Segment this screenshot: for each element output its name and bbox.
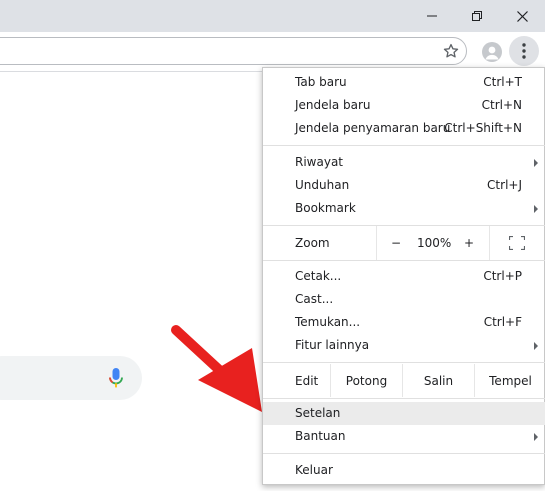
menu-item-new-tab[interactable]: Tab baru Ctrl+T xyxy=(263,71,545,94)
chrome-menu: Tab baru Ctrl+T Jendela baru Ctrl+N Jend… xyxy=(262,67,545,485)
profile-avatar[interactable] xyxy=(482,42,502,62)
browser-toolbar xyxy=(0,32,545,72)
menu-item-find[interactable]: Temukan... Ctrl+F xyxy=(263,311,545,334)
menu-item-label: Unduhan xyxy=(295,178,350,192)
menu-item-bookmarks[interactable]: Bookmark xyxy=(263,197,545,220)
menu-item-shortcut: Ctrl+F xyxy=(483,315,522,329)
menu-item-label: Bantuan xyxy=(295,429,346,443)
zoom-in-button[interactable]: + xyxy=(464,236,474,250)
menu-item-label: Keluar xyxy=(295,463,333,477)
menu-item-help[interactable]: Bantuan xyxy=(263,425,545,448)
menu-item-label: Bookmark xyxy=(295,201,356,215)
edit-row: Edit Potong Salin Tempel xyxy=(263,364,545,397)
three-dots-icon xyxy=(522,43,526,59)
star-icon[interactable] xyxy=(442,42,460,60)
submenu-arrow-icon xyxy=(534,205,538,213)
copy-button[interactable]: Salin xyxy=(402,364,474,397)
address-bar[interactable] xyxy=(0,37,467,65)
fullscreen-icon xyxy=(509,236,525,250)
zoom-label: Zoom xyxy=(295,236,330,250)
menu-item-label: Riwayat xyxy=(295,155,343,169)
menu-divider xyxy=(263,398,545,399)
menu-item-shortcut: Ctrl+Shift+N xyxy=(444,121,522,135)
menu-item-label: Fitur lainnya xyxy=(295,338,370,352)
close-button[interactable] xyxy=(499,0,545,32)
microphone-icon[interactable] xyxy=(109,367,123,389)
zoom-out-button[interactable]: − xyxy=(391,236,401,250)
menu-divider xyxy=(263,145,545,146)
zoom-level: 100% xyxy=(417,236,452,250)
menu-item-shortcut: Ctrl+N xyxy=(481,98,522,112)
menu-item-shortcut: Ctrl+T xyxy=(483,75,522,89)
menu-item-shortcut: Ctrl+P xyxy=(483,269,522,283)
chrome-menu-button[interactable] xyxy=(509,36,539,66)
menu-item-new-window[interactable]: Jendela baru Ctrl+N xyxy=(263,94,545,117)
submenu-arrow-icon xyxy=(534,433,538,441)
menu-item-label: Cetak... xyxy=(295,269,342,283)
menu-item-incognito[interactable]: Jendela penyamaran baru Ctrl+Shift+N xyxy=(263,117,545,140)
window-title-bar xyxy=(0,0,545,32)
zoom-row: Zoom − 100% + xyxy=(263,226,545,260)
menu-item-downloads[interactable]: Unduhan Ctrl+J xyxy=(263,174,545,197)
paste-button[interactable]: Tempel xyxy=(474,364,545,397)
menu-item-label: Temukan... xyxy=(295,315,361,329)
submenu-arrow-icon xyxy=(534,342,538,350)
menu-item-shortcut: Ctrl+J xyxy=(487,178,522,192)
menu-item-label: Jendela penyamaran baru xyxy=(295,121,451,135)
menu-item-settings[interactable]: Setelan xyxy=(263,402,545,425)
menu-divider xyxy=(263,453,545,454)
submenu-arrow-icon xyxy=(534,159,538,167)
menu-divider xyxy=(263,260,545,261)
close-icon xyxy=(516,10,528,22)
edit-label: Edit xyxy=(295,374,319,388)
menu-divider xyxy=(263,362,545,363)
minimize-button[interactable] xyxy=(409,0,455,32)
menu-item-more-tools[interactable]: Fitur lainnya xyxy=(263,334,545,357)
restore-button[interactable] xyxy=(454,0,500,32)
menu-item-label: Tab baru xyxy=(295,75,347,89)
menu-item-history[interactable]: Riwayat xyxy=(263,151,545,174)
minimize-icon xyxy=(427,15,437,17)
red-arrow xyxy=(171,325,262,412)
cut-button[interactable]: Potong xyxy=(330,364,402,397)
menu-item-print[interactable]: Cetak... Ctrl+P xyxy=(263,265,545,288)
person-icon xyxy=(485,46,499,60)
restore-icon xyxy=(472,11,482,21)
menu-item-label: Jendela baru xyxy=(295,98,371,112)
menu-item-label: Cast... xyxy=(295,292,334,306)
menu-item-cast[interactable]: Cast... xyxy=(263,288,545,311)
menu-item-exit[interactable]: Keluar xyxy=(263,459,545,482)
menu-item-label: Setelan xyxy=(295,406,341,420)
